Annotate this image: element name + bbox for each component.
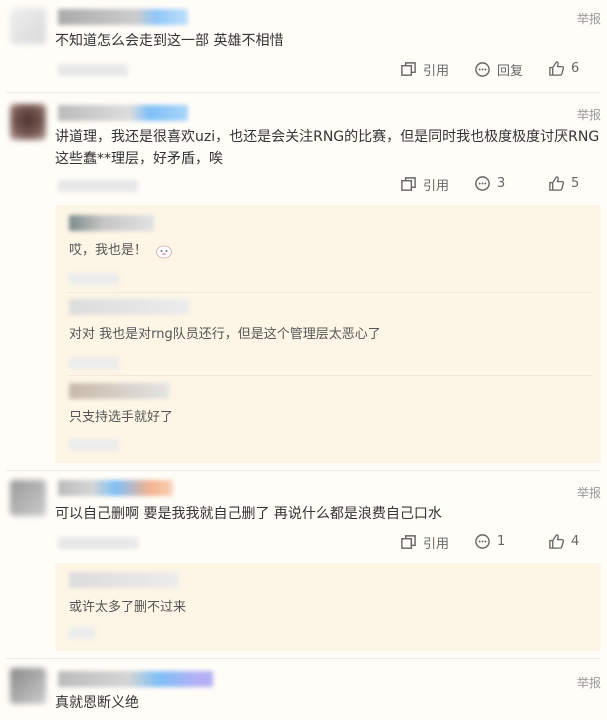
like-button[interactable]: 4 xyxy=(548,533,579,550)
reply-timestamp xyxy=(69,627,95,639)
comment-count-button[interactable]: 3 xyxy=(474,175,505,192)
comment-icon xyxy=(475,176,490,191)
avatar[interactable] xyxy=(10,8,46,44)
reply-username[interactable] xyxy=(69,299,189,315)
username[interactable] xyxy=(58,671,213,687)
reply-username[interactable] xyxy=(69,572,179,588)
divider xyxy=(6,658,601,659)
quote-label: 引用 xyxy=(423,537,450,552)
divider xyxy=(6,470,601,471)
reply-text: 对对 我也是对rng队员还行，但是这个管理层太恶心了 xyxy=(69,327,381,342)
divider xyxy=(67,292,593,293)
quote-icon xyxy=(401,177,416,191)
username[interactable] xyxy=(58,480,173,496)
quote-button[interactable]: 引用 xyxy=(400,533,449,552)
divider xyxy=(67,375,593,376)
reply-timestamp xyxy=(69,439,119,451)
report-button[interactable]: 举报 xyxy=(577,10,601,27)
reply-list: 哎，我也是！ 对对 我也是对rng队员还行，但是这个管理层太恶心了 只支持选手就… xyxy=(55,205,601,463)
thumbs-up-icon xyxy=(549,61,565,76)
quote-label: 引用 xyxy=(423,64,450,79)
timestamp xyxy=(58,537,138,549)
comment-icon xyxy=(475,62,490,77)
avatar[interactable] xyxy=(10,480,46,516)
like-button[interactable]: 5 xyxy=(548,175,579,192)
quote-button[interactable]: 引用 xyxy=(400,60,449,79)
reply-timestamp xyxy=(69,273,119,285)
comment-text: 可以自己删啊 要是我我就自己删了 再说什么都是浪费自己口水 xyxy=(55,506,442,522)
timestamp xyxy=(58,64,128,76)
reply-list: 或许太多了删不过来 xyxy=(55,563,601,651)
quote-button[interactable]: 引用 xyxy=(400,175,449,194)
comment-count-button[interactable]: 1 xyxy=(474,533,505,550)
report-button[interactable]: 举报 xyxy=(577,484,601,501)
like-count: 5 xyxy=(571,176,580,191)
timestamp xyxy=(58,180,138,192)
username[interactable] xyxy=(58,9,188,25)
reply-label: 回复 xyxy=(497,64,524,79)
emoji-icon xyxy=(156,245,173,258)
reply-text: 或许太多了删不过来 xyxy=(69,600,187,615)
comment-count: 1 xyxy=(497,534,506,549)
reply-text: 哎，我也是！ xyxy=(69,241,173,261)
divider xyxy=(6,92,601,93)
reply-button[interactable]: 回复 xyxy=(474,60,523,79)
comment-count: 3 xyxy=(497,176,506,191)
thumbs-up-icon xyxy=(549,534,565,549)
reply-text: 只支持选手就好了 xyxy=(69,410,174,425)
comment-text: 讲道理，我还是很喜欢uzi，也还是会关注RNG的比赛，但是同时我也极度极度讨厌R… xyxy=(55,129,600,167)
reply-username[interactable] xyxy=(69,215,154,231)
quote-icon xyxy=(401,535,416,549)
avatar[interactable] xyxy=(10,668,46,704)
username[interactable] xyxy=(58,105,188,121)
thumbs-up-icon xyxy=(549,176,565,191)
comment-text: 不知道怎么会走到这一部 英雄不相惜 xyxy=(55,33,284,49)
quote-icon xyxy=(401,62,416,76)
reply-timestamp xyxy=(69,357,119,369)
comment-icon xyxy=(475,534,490,549)
reply-username[interactable] xyxy=(69,383,169,399)
comment-text: 真就恩断义绝 xyxy=(55,695,139,711)
avatar[interactable] xyxy=(10,104,46,140)
like-count: 6 xyxy=(571,61,580,76)
report-button[interactable]: 举报 xyxy=(577,674,601,691)
quote-label: 引用 xyxy=(423,179,450,194)
like-button[interactable]: 6 xyxy=(548,60,579,77)
report-button[interactable]: 举报 xyxy=(577,106,601,123)
like-count: 4 xyxy=(571,534,580,549)
